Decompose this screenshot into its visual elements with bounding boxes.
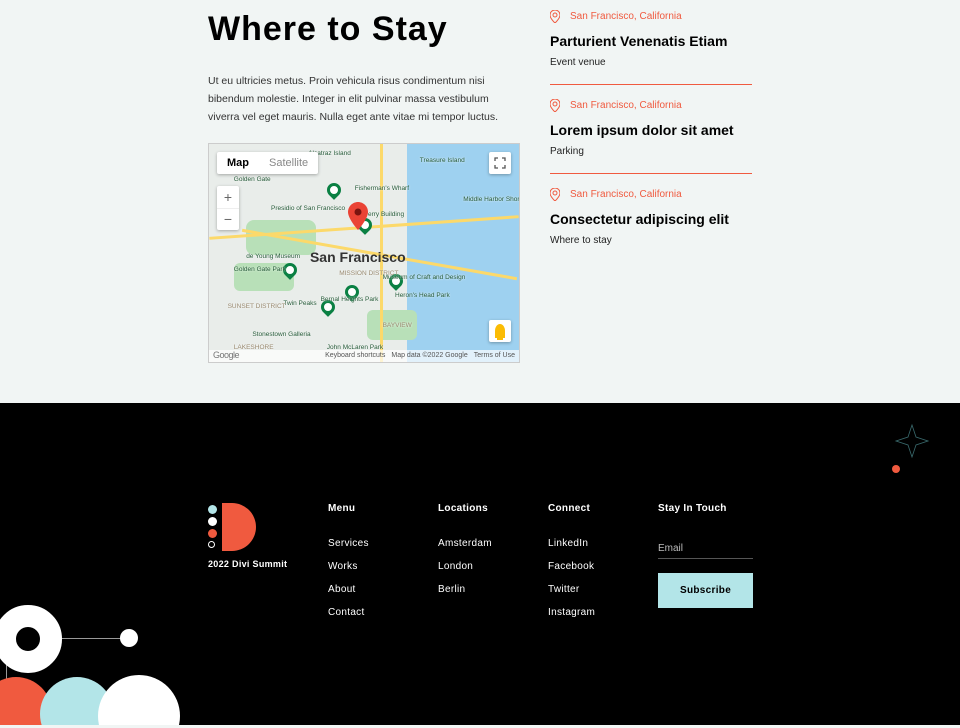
footer-link-london[interactable]: London [438, 561, 518, 572]
footer-heading-connect: Connect [548, 503, 628, 514]
footer-link-twitter[interactable]: Twitter [548, 584, 628, 595]
map-city-label: San Francisco [310, 249, 406, 265]
location-pin-icon [550, 188, 560, 201]
brand-logo [208, 503, 256, 551]
footer-heading-locations: Locations [438, 503, 518, 514]
location-item: San Francisco, California Consectetur ad… [550, 188, 752, 262]
streetview-pegman[interactable] [489, 320, 511, 342]
footer-link-services[interactable]: Services [328, 538, 408, 549]
where-to-stay-section: Where to Stay Ut eu ultricies metus. Pro… [0, 0, 960, 403]
dot-decoration [892, 465, 900, 473]
location-city: San Francisco, California [570, 100, 682, 111]
location-item: San Francisco, California Lorem ipsum do… [550, 99, 752, 174]
location-pin-icon [550, 99, 560, 112]
footer-link-works[interactable]: Works [328, 561, 408, 572]
map-type-tabs: Map Satellite [217, 152, 318, 174]
map-footer: Keyboard shortcuts Map data ©2022 Google… [209, 350, 519, 362]
footer-heading-newsletter: Stay In Touch [658, 503, 753, 514]
map-terms[interactable]: Terms of Use [474, 352, 515, 359]
map-tab-satellite[interactable]: Satellite [259, 152, 318, 174]
map-data-attribution: Map data ©2022 Google [391, 352, 467, 359]
footer-locations-column: Locations Amsterdam London Berlin [438, 503, 518, 630]
footer-newsletter-column: Stay In Touch Subscribe [658, 503, 753, 630]
email-input[interactable] [658, 539, 753, 559]
page-description: Ut eu ultricies metus. Proin vehicula ri… [208, 73, 520, 127]
footer-link-amsterdam[interactable]: Amsterdam [438, 538, 518, 549]
location-title: Lorem ipsum dolor sit amet [550, 122, 752, 138]
map-marker[interactable] [348, 202, 368, 235]
zoom-out-button[interactable]: − [217, 208, 239, 230]
footer-link-berlin[interactable]: Berlin [438, 584, 518, 595]
location-title: Consectetur adipiscing elit [550, 211, 752, 227]
footer-brand-column: 2022 Divi Summit [208, 503, 298, 630]
google-logo: Google [213, 350, 239, 360]
map-tab-map[interactable]: Map [217, 152, 259, 174]
footer-link-instagram[interactable]: Instagram [548, 607, 628, 618]
site-footer: 2022 Divi Summit Menu Services Works Abo… [0, 403, 960, 725]
map-keyboard-shortcuts[interactable]: Keyboard shortcuts [325, 352, 385, 359]
map-fullscreen-button[interactable] [489, 152, 511, 174]
subscribe-button[interactable]: Subscribe [658, 573, 753, 608]
footer-link-contact[interactable]: Contact [328, 607, 408, 618]
map[interactable]: Alcatraz Island Treasure Island Golden G… [208, 143, 520, 363]
footer-link-about[interactable]: About [328, 584, 408, 595]
zoom-in-button[interactable]: + [217, 186, 239, 208]
footer-connect-column: Connect LinkedIn Facebook Twitter Instag… [548, 503, 628, 630]
page-title: Where to Stay [208, 10, 520, 49]
location-category: Event venue [550, 57, 752, 68]
location-city: San Francisco, California [570, 189, 682, 200]
location-category: Parking [550, 146, 752, 157]
map-zoom-controls: + − [217, 186, 239, 230]
location-item: San Francisco, California Parturient Ven… [550, 10, 752, 85]
location-category: Where to stay [550, 235, 752, 246]
locations-list: San Francisco, California Parturient Ven… [550, 10, 752, 363]
circles-decoration [0, 605, 220, 725]
map-pin-icon [348, 202, 368, 230]
left-column: Where to Stay Ut eu ultricies metus. Pro… [208, 10, 520, 363]
footer-menu-column: Menu Services Works About Contact [328, 503, 408, 630]
pegman-icon [495, 324, 505, 338]
location-title: Parturient Venenatis Etiam [550, 33, 752, 49]
footer-link-linkedin[interactable]: LinkedIn [548, 538, 628, 549]
footer-heading-menu: Menu [328, 503, 408, 514]
location-pin-icon [550, 10, 560, 23]
footer-columns: 2022 Divi Summit Menu Services Works Abo… [208, 503, 960, 630]
brand-name: 2022 Divi Summit [208, 559, 298, 569]
footer-link-facebook[interactable]: Facebook [548, 561, 628, 572]
fullscreen-icon [494, 157, 506, 169]
star-decoration-icon [894, 423, 930, 459]
location-city: San Francisco, California [570, 11, 682, 22]
